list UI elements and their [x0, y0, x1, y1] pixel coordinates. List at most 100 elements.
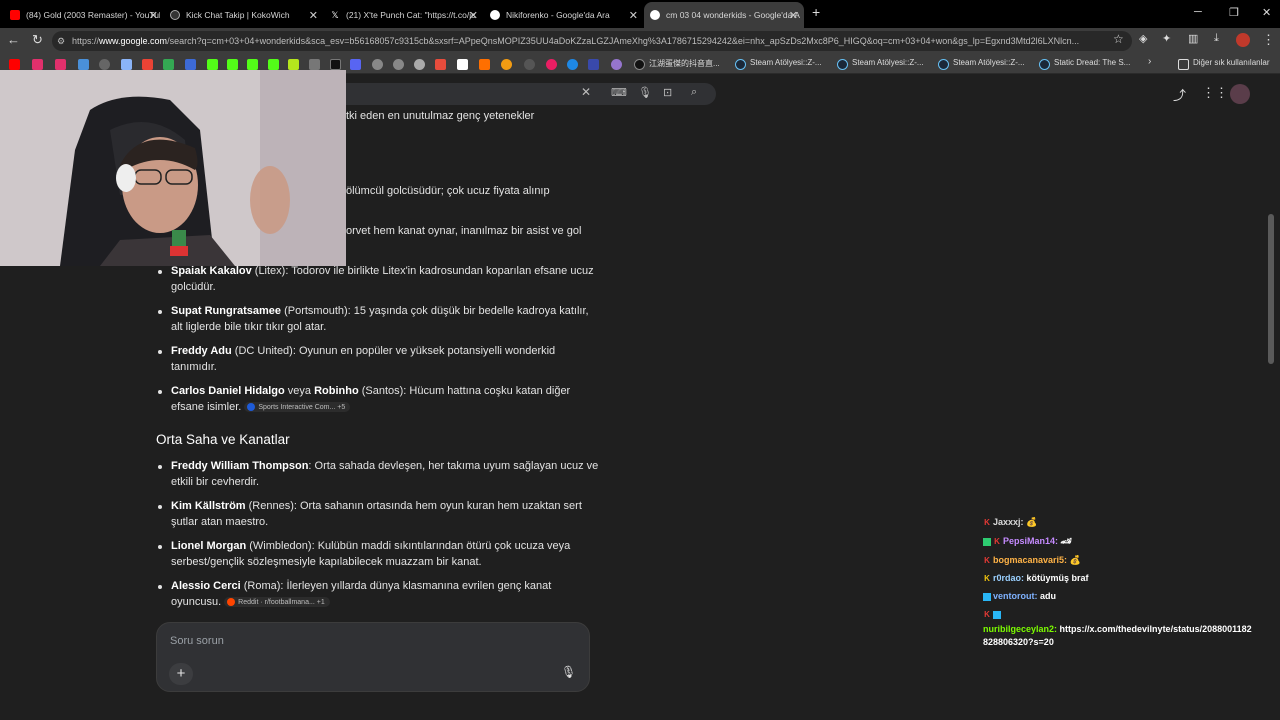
tab-google-wonderkids[interactable]: cm 03 04 wonderkids - Google'da A ✕: [644, 2, 804, 28]
chevron-right-icon[interactable]: ›: [1148, 56, 1151, 67]
bookmark-steam-icon: [1039, 59, 1050, 70]
close-tab-icon[interactable]: ✕: [629, 9, 638, 22]
scrollbar[interactable]: [1268, 214, 1274, 364]
bookmark-app-icon[interactable]: [185, 59, 196, 70]
bullet: [158, 585, 162, 589]
source-chip[interactable]: Sports Interactive Com... +5: [244, 402, 351, 413]
bookmark-globe-icon[interactable]: [99, 59, 110, 70]
list-item-cont: serbest/gençlik sözleşmesiyle kapılabile…: [171, 556, 482, 568]
bookmark-app-icon[interactable]: [546, 59, 557, 70]
add-button[interactable]: +: [169, 663, 193, 685]
source-chip[interactable]: Reddit · r/footballmana... +1: [224, 597, 330, 608]
bookmark-app-icon[interactable]: [588, 59, 599, 70]
bookmark-label[interactable]: Steam Atölyesi::Z-...: [953, 58, 1025, 67]
bookmark-tiktok-icon[interactable]: [634, 59, 645, 70]
search-icon[interactable]: ⌕: [691, 86, 697, 99]
bookmark-star-icon[interactable]: ☆: [1113, 32, 1124, 46]
bookmark-label[interactable]: Steam Atölyesi::Z-...: [852, 58, 924, 67]
search-box[interactable]: ✕ ⌨ 🎙 ⊡ ⌕: [300, 83, 716, 105]
tab-kick-chat[interactable]: Kick Chat Takip | KokoWich ✕: [170, 4, 320, 26]
lens-icon[interactable]: ⊡: [663, 86, 672, 99]
apps-grid-icon[interactable]: ⋮⋮: [1202, 85, 1228, 101]
tab-google-nikiforenko[interactable]: Nikiforenko - Google'da Ara ✕: [490, 4, 640, 26]
bookmark-anchor-icon[interactable]: [309, 59, 320, 70]
back-icon[interactable]: ←: [7, 32, 20, 47]
minimize-icon[interactable]: ─: [1194, 6, 1202, 18]
puzzle-icon[interactable]: ✦: [1162, 32, 1171, 45]
kick-badge-icon: K: [984, 517, 990, 527]
sidebar-icon[interactable]: ▥: [1188, 32, 1198, 45]
gem-badge-icon: [983, 592, 991, 601]
bookmark-app-icon[interactable]: [524, 59, 535, 70]
bookmark-instagram-icon[interactable]: [55, 59, 66, 70]
clear-icon[interactable]: ✕: [581, 85, 591, 99]
list-item: Carlos Daniel Hidalgo veya Robinho (Sant…: [171, 385, 571, 397]
answer-text: orvet hem kanat oynar, inanılmaz bir asi…: [346, 225, 582, 237]
chat-message: K PepsiMan14: 🏎: [983, 536, 1072, 547]
kick-badge-icon: K: [984, 573, 990, 583]
bookmark-app-icon[interactable]: [457, 59, 468, 70]
profile-avatar[interactable]: [1236, 33, 1250, 47]
google-icon: [490, 10, 500, 20]
bookmark-app-icon[interactable]: [78, 59, 89, 70]
bookmark-kick-icon[interactable]: [227, 59, 238, 70]
bookmark-kick-icon[interactable]: [268, 59, 279, 70]
bookmark-gmail-icon[interactable]: [142, 59, 153, 70]
share-icon[interactable]: ⤴: [1173, 85, 1186, 104]
list-item: Supat Rungratsamee (Portsmouth): 15 yaşı…: [171, 305, 589, 317]
bookmark-app-icon[interactable]: [372, 59, 383, 70]
bookmark-reddit-icon[interactable]: [435, 59, 446, 70]
bookmark-label[interactable]: Static Dread: The S...: [1054, 58, 1130, 67]
webcam-overlay: [0, 70, 346, 266]
close-tab-icon[interactable]: ✕: [469, 9, 478, 22]
microphone-icon[interactable]: 🎙: [561, 665, 576, 679]
close-tab-icon[interactable]: ✕: [789, 9, 798, 22]
close-tab-icon[interactable]: ✕: [149, 9, 158, 22]
bookmark-label[interactable]: Steam Atölyesi::Z-...: [750, 58, 822, 67]
bookmark-label[interactable]: 江湖蛋傑的抖音直...: [649, 58, 720, 69]
bookmark-youtube-icon[interactable]: [9, 59, 20, 70]
tab-youtube[interactable]: (84) Gold (2003 Remaster) - YouTube ✕: [10, 4, 160, 26]
answer-text: tki eden en unutulmaz genç yetenekler: [346, 110, 535, 122]
download-icon[interactable]: ⤓: [1214, 32, 1219, 45]
close-window-icon[interactable]: ✕: [1262, 6, 1271, 19]
bookmark-app-icon[interactable]: [414, 59, 425, 70]
other-bookmarks[interactable]: Diğer sık kullanılanlar: [1193, 58, 1269, 67]
chat-message-cont: 828806320?s=20: [983, 637, 1054, 647]
bookmark-app-icon[interactable]: [501, 59, 512, 70]
globe-icon: [170, 10, 180, 20]
google-icon: [650, 10, 660, 20]
gem-badge-icon: [993, 610, 1001, 619]
microphone-icon[interactable]: 🎙: [638, 86, 652, 99]
site-info-icon[interactable]: ⚙: [57, 31, 65, 51]
bookmark-instagram-icon[interactable]: [32, 59, 43, 70]
account-avatar[interactable]: [1230, 84, 1250, 104]
folder-icon: [1178, 59, 1189, 70]
address-bar[interactable]: ⚙ https://www.google.com/search?q=cm+03+…: [52, 31, 1132, 51]
bookmark-app-icon[interactable]: [567, 59, 578, 70]
extension-icon[interactable]: ◈: [1139, 32, 1147, 45]
bookmark-app-icon[interactable]: [350, 59, 361, 70]
bullet: [158, 505, 162, 509]
bookmark-app-icon[interactable]: [611, 59, 622, 70]
chat-message: Kbogmacanavari5: 💰: [984, 555, 1081, 565]
maximize-icon[interactable]: ❐: [1229, 6, 1239, 19]
tab-x[interactable]: 𝕏 (21) X'te Punch Cat: "https://t.co/jc …: [330, 4, 480, 26]
bookmark-drive-icon[interactable]: [163, 59, 174, 70]
close-tab-icon[interactable]: ✕: [309, 9, 318, 22]
new-tab-button[interactable]: +: [812, 4, 820, 20]
bookmark-app-icon[interactable]: [121, 59, 132, 70]
ask-followup-box[interactable]: Soru sorun + 🎙: [156, 622, 590, 692]
section-heading: Orta Saha ve Kanatlar: [156, 432, 290, 447]
bookmark-kick-icon[interactable]: [207, 59, 218, 70]
bookmark-x-icon[interactable]: [330, 59, 341, 70]
bookmark-steam-icon: [938, 59, 949, 70]
bookmark-kick-icon[interactable]: [247, 59, 258, 70]
keyboard-icon[interactable]: ⌨: [611, 86, 627, 99]
reload-icon[interactable]: ↻: [32, 32, 43, 48]
bookmark-app-icon[interactable]: [479, 59, 490, 70]
menu-icon[interactable]: ⋮: [1262, 32, 1275, 48]
toolbar: ← ↻ ⚙ https://www.google.com/search?q=cm…: [0, 28, 1280, 54]
bookmark-app-icon[interactable]: [393, 59, 404, 70]
bookmark-app-icon[interactable]: [288, 59, 299, 70]
